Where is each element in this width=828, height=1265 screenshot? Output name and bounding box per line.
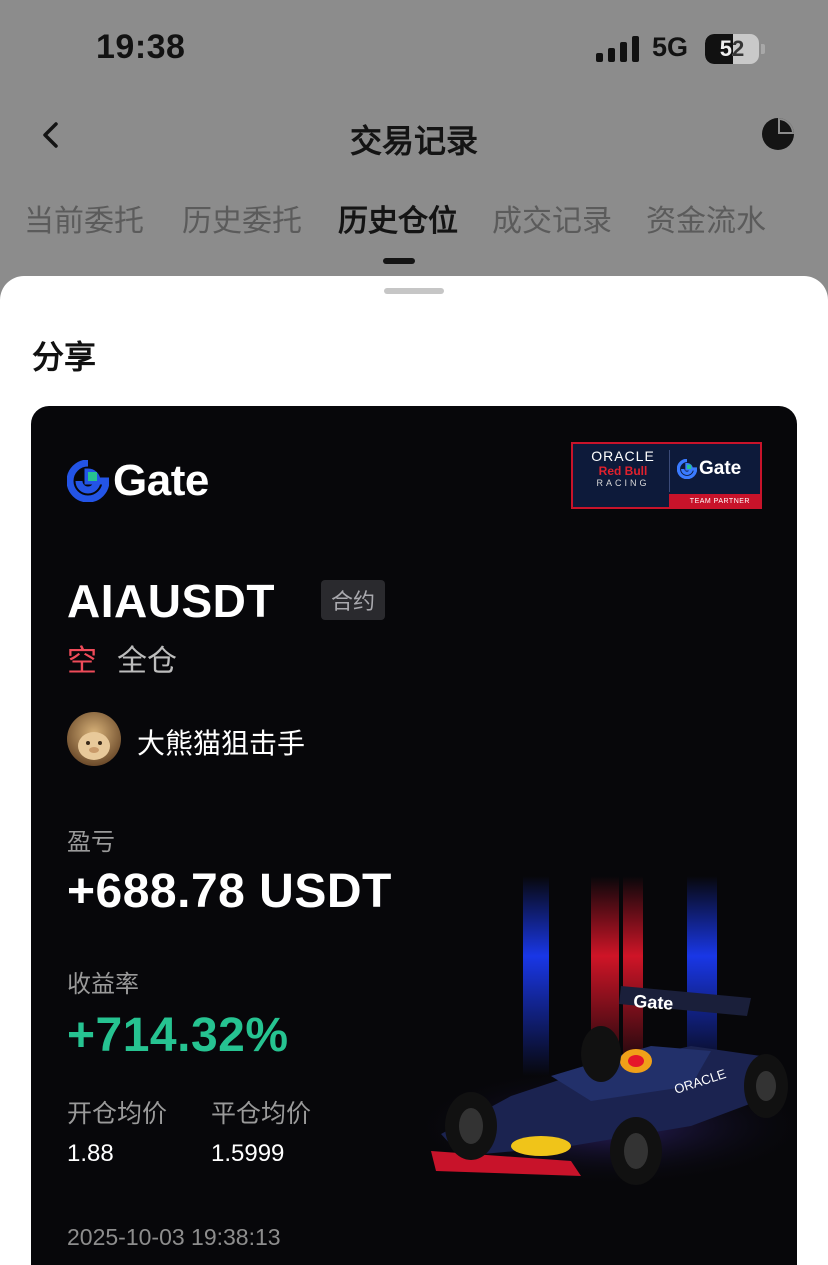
tab-indicator bbox=[383, 258, 415, 264]
close-price-label: 平仓均价 bbox=[211, 1099, 312, 1128]
racing-text: RACING bbox=[596, 478, 650, 488]
tab-bar: 当前委托 历史委托 历史仓位 成交记录 资金流水 bbox=[0, 196, 828, 276]
open-price-value: 1.88 bbox=[67, 1140, 114, 1167]
partner-divider bbox=[669, 450, 670, 492]
gate-logo-icon bbox=[677, 459, 697, 479]
f1-car-illustration: Gate ORACLE bbox=[411, 876, 797, 1186]
screen: 19:38 5G 52 交易记录 当前委托 历史委托 历史仓位 成交记录 资金流… bbox=[0, 0, 828, 1265]
contract-badge: 合约 bbox=[321, 580, 386, 620]
avatar bbox=[67, 712, 121, 766]
tab-current-orders[interactable]: 当前委托 bbox=[24, 196, 144, 240]
roi-label: 收益率 bbox=[67, 970, 139, 998]
battery-icon: 52 bbox=[705, 34, 759, 64]
roi-value: +714.32% bbox=[67, 1009, 289, 1062]
share-sheet: 分享 Gate ORACLE Red Bull RACING Gate TEAM… bbox=[0, 276, 828, 1265]
team-partner-badge: ORACLE Red Bull RACING Gate TEAM PARTNER bbox=[571, 442, 762, 509]
pnl-value: +688.78 USDT bbox=[67, 865, 392, 918]
position-side: 空 bbox=[67, 644, 97, 679]
team-partner-text: TEAM PARTNER bbox=[689, 498, 750, 505]
gate-logo: Gate bbox=[67, 456, 209, 505]
redbull-racing-logo: ORACLE Red Bull RACING bbox=[583, 448, 663, 488]
gate-logo-text: Gate bbox=[113, 456, 209, 505]
sheet-grabber[interactable] bbox=[384, 288, 444, 294]
pnl-label: 盈亏 bbox=[67, 828, 115, 856]
tab-order-history[interactable]: 历史委托 bbox=[182, 196, 302, 240]
username: 大熊猫狙击手 bbox=[137, 727, 306, 760]
network-type: 5G bbox=[652, 32, 689, 62]
pie-chart-icon[interactable] bbox=[760, 116, 796, 152]
nav-bar: 交易记录 bbox=[0, 100, 828, 170]
tab-fund-flow[interactable]: 资金流水 bbox=[646, 196, 766, 240]
status-time: 19:38 bbox=[96, 28, 186, 66]
gate-logo-icon bbox=[67, 460, 109, 502]
status-bar: 19:38 5G 52 bbox=[0, 0, 828, 100]
open-price-label: 开仓均价 bbox=[67, 1099, 168, 1128]
tab-position-history[interactable]: 历史仓位 bbox=[338, 196, 458, 240]
battery-nub bbox=[761, 44, 765, 54]
page-title: 交易记录 bbox=[349, 122, 478, 160]
redbull-text: Red Bull bbox=[598, 464, 648, 478]
close-price-value: 1.5999 bbox=[211, 1140, 285, 1167]
contract-symbol: AIAUSDT bbox=[67, 575, 275, 627]
share-card: Gate ORACLE Red Bull RACING Gate TEAM PA… bbox=[31, 406, 797, 1265]
oracle-text: ORACLE bbox=[591, 448, 655, 464]
svg-text:Gate: Gate bbox=[633, 991, 674, 1014]
margin-mode: 全仓 bbox=[117, 644, 177, 679]
partner-gate-logo: Gate bbox=[677, 458, 741, 480]
cellular-signal-icon bbox=[596, 36, 640, 62]
partner-gate-text: Gate bbox=[699, 458, 742, 479]
battery-percent: 52 bbox=[719, 36, 745, 61]
timestamp: 2025-10-03 19:38:13 bbox=[67, 1224, 281, 1250]
tab-trade-records[interactable]: 成交记录 bbox=[492, 196, 612, 240]
sheet-title: 分享 bbox=[32, 338, 97, 376]
